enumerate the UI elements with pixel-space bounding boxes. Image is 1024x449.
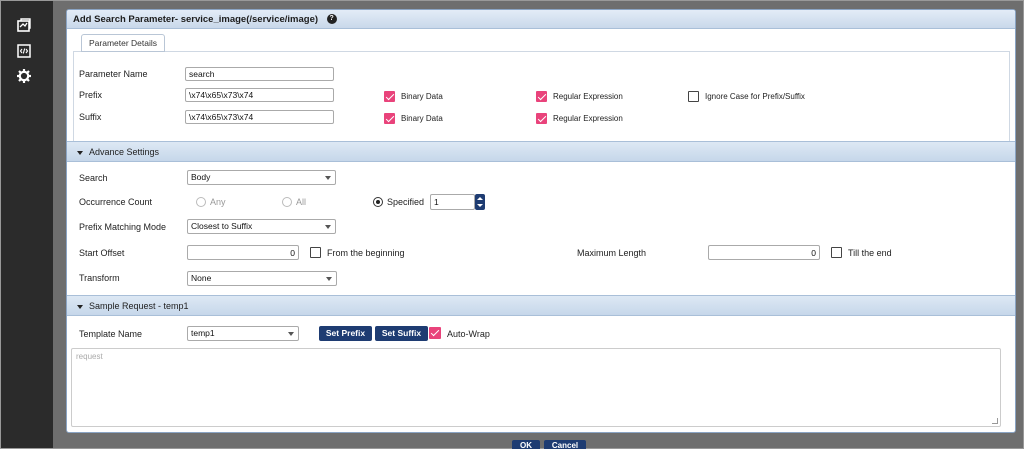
occurrence-all-radio[interactable]	[282, 197, 292, 207]
suffix-binary-data-label: Binary Data	[401, 114, 443, 123]
collapse-caret-icon	[77, 150, 83, 155]
from-beginning-checkbox[interactable]	[310, 247, 321, 258]
help-icon[interactable]: ?	[326, 14, 337, 25]
prefix-label: Prefix	[79, 90, 103, 100]
parameter-name-label: Parameter Name	[79, 69, 148, 79]
prefix-matching-mode-select[interactable]: Closest to Suffix	[187, 219, 336, 234]
collapse-caret-icon	[77, 304, 83, 309]
chevron-down-icon	[326, 277, 332, 281]
search-select[interactable]: Body	[187, 170, 336, 185]
advance-settings-title: Advance Settings	[89, 147, 160, 157]
add-search-parameter-dialog: Add Search Parameter- service_image(/ser…	[66, 9, 1016, 433]
from-beginning-label: From the beginning	[327, 248, 405, 258]
prefix-matching-mode-label: Prefix Matching Mode	[79, 222, 167, 232]
till-the-end-label: Till the end	[848, 248, 892, 258]
set-prefix-button[interactable]: Set Prefix	[319, 326, 372, 341]
occurrence-count-input[interactable]	[430, 194, 475, 210]
set-suffix-button[interactable]: Set Suffix	[375, 326, 428, 341]
sample-request-header[interactable]: Sample Request - temp1	[67, 295, 1015, 316]
prefix-binary-data-label: Binary Data	[401, 92, 443, 101]
prefix-matching-mode-value: Closest to Suffix	[191, 221, 253, 231]
resize-grip-icon[interactable]	[992, 418, 998, 424]
advance-settings-header[interactable]: Advance Settings	[67, 141, 1015, 162]
start-offset-label: Start Offset	[79, 248, 125, 258]
chevron-down-icon	[325, 225, 331, 229]
transform-select-value: None	[191, 273, 212, 283]
transform-label: Transform	[79, 273, 120, 283]
search-select-value: Body	[191, 172, 211, 182]
occurrence-any-label: Any	[210, 197, 226, 207]
suffix-regex-checkbox[interactable]	[536, 113, 547, 124]
suffix-input[interactable]	[185, 110, 334, 124]
dialog-title-bar: Add Search Parameter- service_image(/ser…	[67, 10, 1015, 29]
request-placeholder: request	[76, 352, 103, 361]
cancel-button[interactable]: Cancel	[544, 440, 586, 449]
ok-button[interactable]: OK	[512, 440, 540, 449]
ignore-case-checkbox[interactable]	[688, 91, 699, 102]
template-name-select[interactable]: temp1	[187, 326, 299, 341]
gear-icon[interactable]	[15, 67, 33, 85]
occurrence-any-radio[interactable]	[196, 197, 206, 207]
dialog-title: Add Search Parameter- service_image(/ser…	[73, 14, 319, 25]
suffix-regex-label: Regular Expression	[553, 114, 623, 123]
prefix-input[interactable]	[185, 88, 334, 102]
occurrence-all-label: All	[296, 197, 307, 207]
occurrence-specified-label: Specified	[387, 197, 425, 207]
prefix-binary-data-checkbox[interactable]	[384, 91, 395, 102]
occurrence-specified-radio[interactable]	[373, 197, 383, 207]
prefix-regex-label: Regular Expression	[553, 92, 623, 101]
maximum-length-input[interactable]	[708, 245, 820, 260]
request-textarea[interactable]: request	[71, 348, 1001, 427]
code-editor-icon[interactable]	[15, 42, 33, 60]
till-the-end-checkbox[interactable]	[831, 247, 842, 258]
template-name-label: Template Name	[79, 329, 143, 339]
prefix-regex-checkbox[interactable]	[536, 91, 547, 102]
ignore-case-label: Ignore Case for Prefix/Suffix	[705, 92, 805, 101]
count-stepper-icon[interactable]	[475, 194, 485, 210]
start-offset-input[interactable]	[187, 245, 299, 260]
sidebar	[1, 1, 53, 448]
suffix-label: Suffix	[79, 112, 102, 122]
auto-wrap-checkbox[interactable]	[429, 327, 441, 339]
sample-request-title: Sample Request - temp1	[89, 301, 189, 311]
suffix-binary-data-checkbox[interactable]	[384, 113, 395, 124]
maximum-length-label: Maximum Length	[577, 248, 647, 258]
chevron-down-icon	[325, 176, 331, 180]
tab-parameter-details[interactable]: Parameter Details	[81, 34, 165, 52]
occurrence-count-label: Occurrence Count	[79, 197, 153, 207]
search-label: Search	[79, 173, 108, 183]
chevron-down-icon	[288, 332, 294, 336]
template-name-value: temp1	[191, 328, 215, 338]
transactions-icon[interactable]	[15, 16, 33, 34]
parameter-name-input[interactable]	[185, 67, 334, 81]
auto-wrap-label: Auto-Wrap	[447, 329, 490, 339]
transform-select[interactable]: None	[187, 271, 337, 286]
